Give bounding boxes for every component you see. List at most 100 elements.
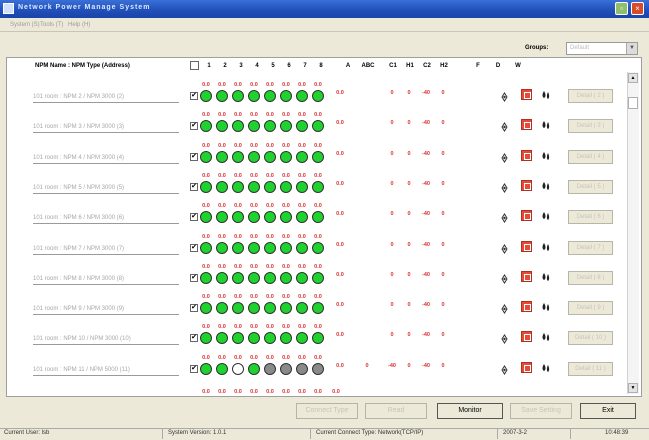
outlet-status-led[interactable] <box>312 302 324 315</box>
outlet-status-led[interactable] <box>280 150 292 163</box>
outlet-status-led[interactable] <box>216 90 228 102</box>
outlet-status-led[interactable] <box>232 271 244 284</box>
outlet-status-led[interactable] <box>232 120 244 133</box>
outlet-status-led[interactable] <box>248 302 260 315</box>
device-checkbox[interactable]: ✔ <box>190 122 198 131</box>
door-alarm-icon[interactable] <box>521 270 532 282</box>
outlet-status-led[interactable] <box>216 180 228 193</box>
minimize-button[interactable]: ▫ <box>615 2 628 15</box>
outlet-status-led[interactable] <box>312 120 324 133</box>
outlet-status-led[interactable] <box>264 90 276 102</box>
monitor-button[interactable]: Monitor <box>437 403 503 419</box>
outlet-status-led[interactable] <box>264 120 276 133</box>
outlet-status-led[interactable] <box>280 271 292 284</box>
outlet-status-led[interactable] <box>312 150 324 163</box>
outlet-status-led[interactable] <box>248 362 260 375</box>
save-setting-button[interactable]: Save Setting <box>510 403 572 419</box>
door-alarm-icon[interactable] <box>521 179 532 191</box>
outlet-status-led[interactable] <box>216 211 228 224</box>
outlet-status-led[interactable] <box>264 332 276 345</box>
device-checkbox[interactable]: ✔ <box>190 364 198 373</box>
device-checkbox[interactable]: ✔ <box>190 92 198 100</box>
outlet-status-led[interactable] <box>216 332 228 345</box>
detail-button[interactable]: Detail ( 3 ) <box>568 119 613 134</box>
outlet-status-led[interactable] <box>200 332 212 345</box>
outlet-status-led[interactable] <box>216 120 228 133</box>
detail-button[interactable]: Detail ( 11 ) <box>568 361 613 376</box>
outlet-status-led[interactable] <box>232 241 244 254</box>
outlet-status-led[interactable] <box>296 271 308 284</box>
menu-help[interactable]: Help (H) <box>68 22 90 28</box>
vertical-scrollbar[interactable] <box>627 72 639 394</box>
outlet-status-led[interactable] <box>200 362 212 375</box>
select-all-checkbox[interactable] <box>190 61 199 70</box>
door-alarm-icon[interactable] <box>521 149 532 161</box>
outlet-status-led[interactable] <box>296 241 308 254</box>
outlet-status-led[interactable] <box>232 180 244 193</box>
outlet-status-led[interactable] <box>200 302 212 315</box>
outlet-status-led[interactable] <box>312 90 324 102</box>
scroll-down-icon[interactable]: ▼ <box>628 383 638 393</box>
outlet-status-led[interactable] <box>216 150 228 163</box>
outlet-status-led[interactable] <box>248 180 260 193</box>
door-alarm-icon[interactable] <box>521 240 532 252</box>
outlet-status-led[interactable] <box>248 211 260 224</box>
outlet-status-led[interactable] <box>200 211 212 224</box>
device-checkbox[interactable]: ✔ <box>190 304 198 313</box>
outlet-status-led[interactable] <box>216 271 228 284</box>
outlet-status-led[interactable] <box>264 241 276 254</box>
outlet-status-led[interactable] <box>312 211 324 224</box>
outlet-status-led[interactable] <box>312 271 324 284</box>
scroll-thumb[interactable] <box>628 97 638 109</box>
read-button[interactable]: Read <box>365 403 427 419</box>
door-alarm-icon[interactable] <box>521 361 532 373</box>
outlet-status-led[interactable] <box>200 180 212 193</box>
outlet-status-led[interactable] <box>232 150 244 163</box>
door-alarm-icon[interactable] <box>521 331 532 343</box>
detail-button[interactable]: Detail ( 6 ) <box>568 210 613 225</box>
close-button[interactable]: × <box>631 2 644 15</box>
door-alarm-icon[interactable] <box>521 210 532 222</box>
outlet-status-led[interactable] <box>264 271 276 284</box>
outlet-status-led[interactable] <box>280 302 292 315</box>
device-checkbox[interactable]: ✔ <box>190 182 198 191</box>
outlet-status-led[interactable] <box>296 120 308 133</box>
outlet-status-led[interactable] <box>296 90 308 102</box>
device-checkbox[interactable]: ✔ <box>190 152 198 161</box>
outlet-status-led[interactable] <box>200 120 212 133</box>
outlet-status-led[interactable] <box>280 332 292 345</box>
detail-button[interactable]: Detail ( 9 ) <box>568 301 613 316</box>
outlet-status-led[interactable] <box>216 302 228 315</box>
outlet-status-led[interactable] <box>200 271 212 284</box>
door-alarm-icon[interactable] <box>521 119 532 131</box>
detail-button[interactable]: Detail ( 5 ) <box>568 179 613 194</box>
outlet-status-led[interactable] <box>232 362 244 375</box>
outlet-status-led[interactable] <box>296 150 308 163</box>
outlet-status-led[interactable] <box>248 120 260 133</box>
detail-button[interactable]: Detail ( 8 ) <box>568 270 613 285</box>
outlet-status-led[interactable] <box>296 302 308 315</box>
outlet-status-led[interactable] <box>312 332 324 345</box>
outlet-status-led[interactable] <box>232 302 244 315</box>
outlet-status-led[interactable] <box>296 362 308 375</box>
detail-button[interactable]: Detail ( 4 ) <box>568 149 613 164</box>
outlet-status-led[interactable] <box>264 180 276 193</box>
outlet-status-led[interactable] <box>248 241 260 254</box>
outlet-status-led[interactable] <box>264 302 276 315</box>
device-checkbox[interactable]: ✔ <box>190 273 198 282</box>
device-checkbox[interactable]: ✔ <box>190 243 198 252</box>
door-alarm-icon[interactable] <box>521 89 532 100</box>
outlet-status-led[interactable] <box>280 120 292 133</box>
outlet-status-led[interactable] <box>280 180 292 193</box>
outlet-status-led[interactable] <box>248 332 260 345</box>
detail-button[interactable]: Detail ( 2 ) <box>568 89 613 103</box>
outlet-status-led[interactable] <box>312 180 324 193</box>
outlet-status-led[interactable] <box>248 90 260 102</box>
outlet-status-led[interactable] <box>216 362 228 375</box>
door-alarm-icon[interactable] <box>521 301 532 313</box>
outlet-status-led[interactable] <box>200 241 212 254</box>
detail-button[interactable]: Detail ( 10 ) <box>568 331 613 346</box>
device-checkbox[interactable]: ✔ <box>190 213 198 222</box>
outlet-status-led[interactable] <box>200 150 212 163</box>
scroll-up-icon[interactable]: ▲ <box>628 73 638 83</box>
